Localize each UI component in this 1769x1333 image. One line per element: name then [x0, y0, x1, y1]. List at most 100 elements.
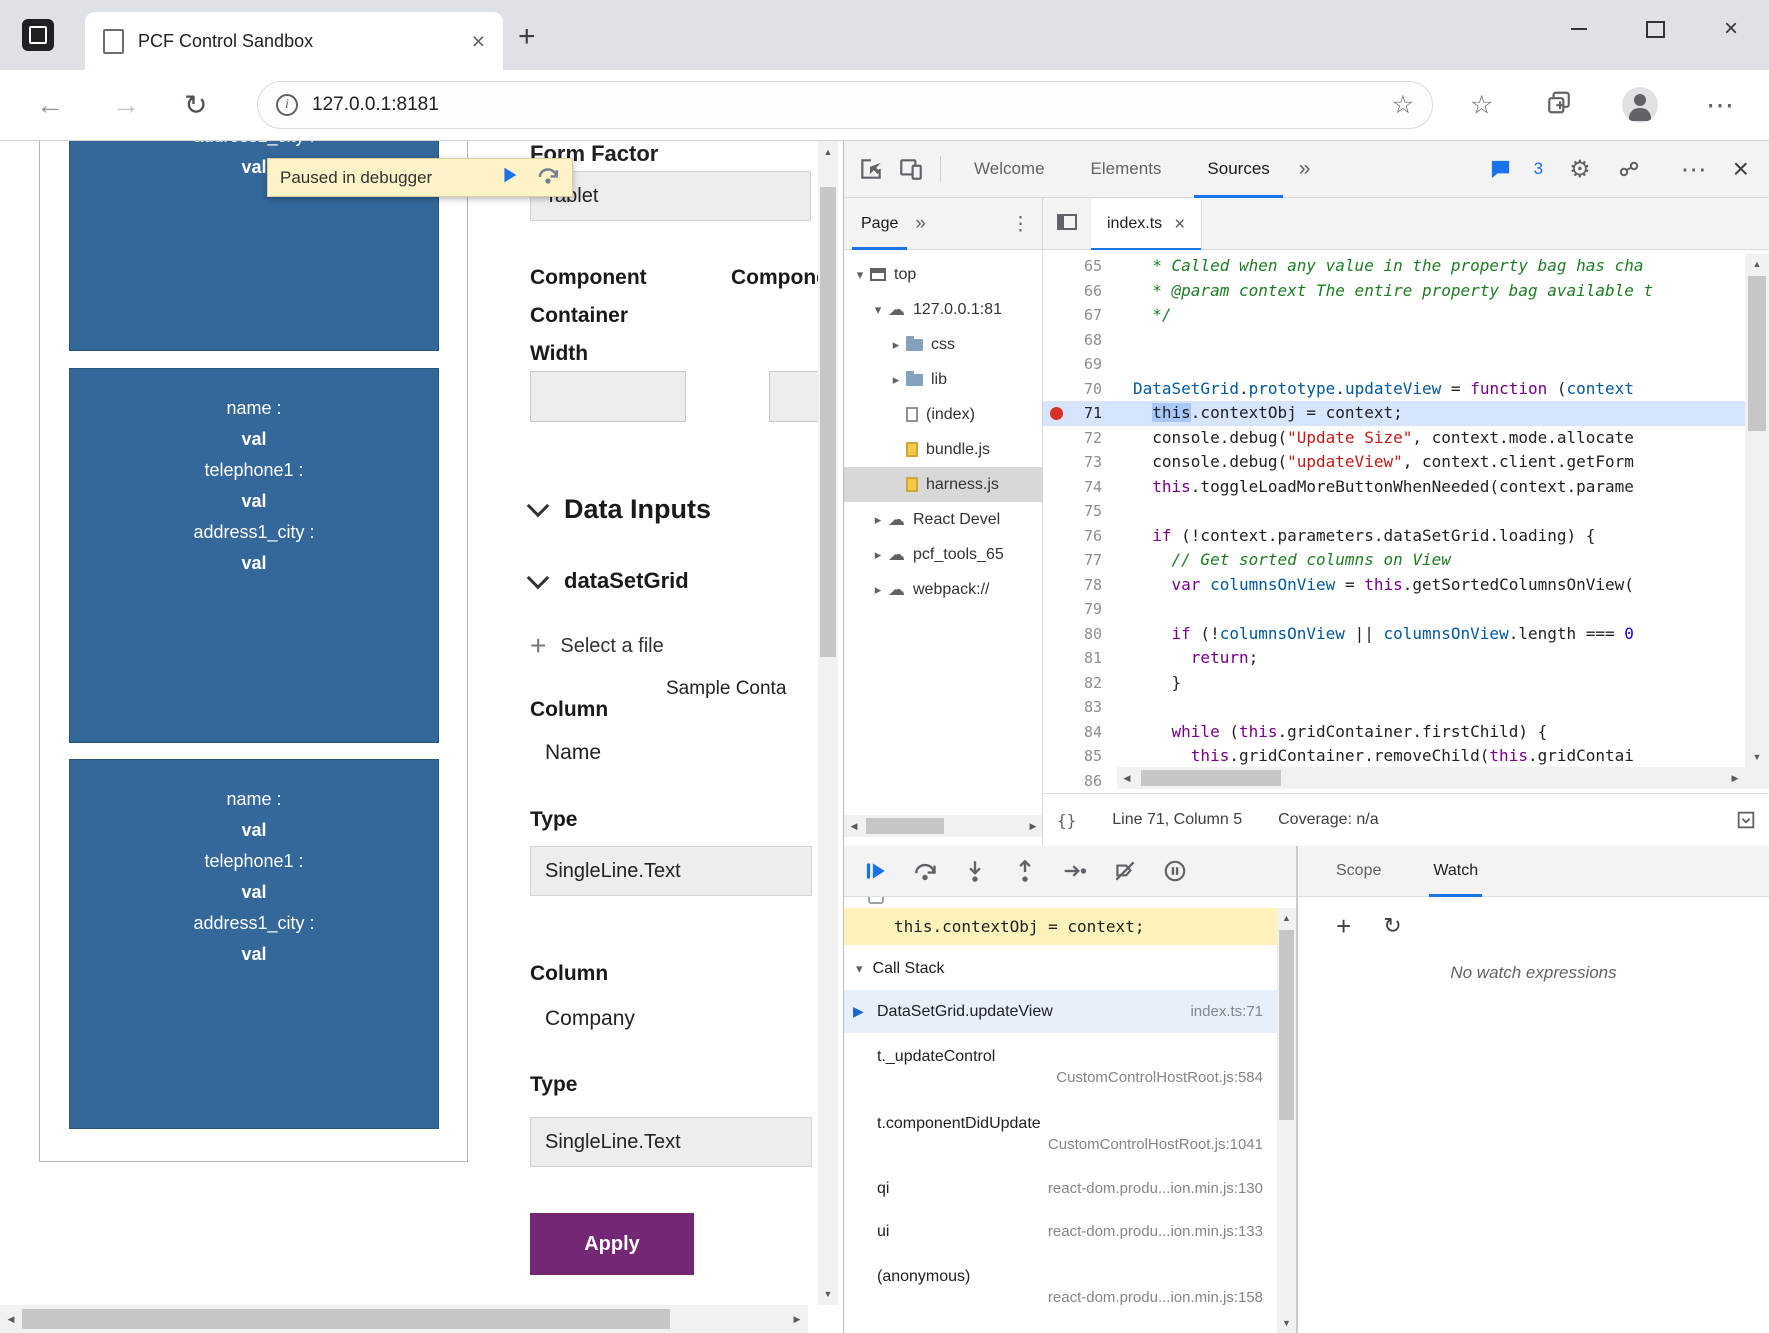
page-vertical-scrollbar[interactable]: ▲ ▼ [818, 141, 838, 1305]
tree-item--index-[interactable]: (index) [844, 397, 1042, 432]
scroll-thumb[interactable] [866, 818, 944, 834]
tree-item-127-0-0-1-81[interactable]: ▾☁127.0.0.1:81 [844, 292, 1042, 327]
paused-breakpoint-entry[interactable]: this.contextObj = context; [844, 908, 1296, 945]
site-info-icon[interactable]: i [276, 94, 298, 116]
callstack-frame[interactable]: t.componentDidUpdateCustomControlHostRoo… [844, 1100, 1277, 1167]
line-number[interactable]: 81 [1043, 646, 1117, 671]
scroll-right-icon[interactable]: ▶ [786, 1305, 808, 1333]
tab-actions-icon[interactable] [22, 19, 54, 51]
line-number[interactable]: 69 [1043, 352, 1117, 377]
tree-right-arrow-icon[interactable]: ▸ [870, 512, 886, 528]
new-tab-button[interactable]: + [518, 22, 536, 52]
scroll-down-icon[interactable]: ▼ [1745, 747, 1769, 767]
close-window-button[interactable]: × [1693, 0, 1769, 58]
browser-menu-icon[interactable]: ⋯ [1706, 89, 1734, 122]
callstack-frame[interactable]: ▶DataSetGrid.updateViewindex.ts:71 [844, 990, 1277, 1033]
scroll-thumb[interactable] [820, 187, 836, 657]
scroll-thumb[interactable] [22, 1309, 670, 1329]
dataset-section[interactable]: dataSetGrid [530, 563, 689, 599]
callstack-frame[interactable]: uireact-dom.produ...ion.min.js:133 [844, 1210, 1277, 1253]
line-number[interactable]: 70 [1043, 377, 1117, 402]
record-card[interactable]: name :valtelephone1 :valaddress1_city :v… [69, 368, 439, 743]
minimize-button[interactable] [1541, 0, 1617, 58]
navigator-more-tabs-icon[interactable]: » [915, 213, 926, 235]
devtools-menu-icon[interactable]: ⋯ [1681, 154, 1707, 185]
pretty-print-icon[interactable]: {} [1057, 811, 1076, 830]
tree-right-arrow-icon[interactable]: ▸ [888, 337, 904, 353]
line-number[interactable]: 68 [1043, 328, 1117, 353]
collapse-navigator-icon[interactable] [1055, 210, 1079, 239]
step-over-icon[interactable] [536, 163, 560, 192]
record-card[interactable]: name :valtelephone1 :valaddress1_city :v… [69, 759, 439, 1129]
tree-item-top[interactable]: ▾top [844, 257, 1042, 292]
tab-close-icon[interactable]: × [472, 30, 485, 53]
step-over-icon[interactable] [912, 858, 938, 884]
callstack-frame[interactable]: t._updateControlCustomControlHostRoot.js… [844, 1033, 1277, 1100]
profile-avatar[interactable] [1622, 87, 1658, 123]
line-number[interactable]: 77 [1043, 548, 1117, 573]
tree-item-bundle-js[interactable]: bundle.js [844, 432, 1042, 467]
tree-item-lib[interactable]: ▸lib [844, 362, 1042, 397]
line-number[interactable]: 79 [1043, 597, 1117, 622]
devtools-tab-elements[interactable]: Elements [1068, 141, 1185, 198]
scroll-thumb[interactable] [1141, 770, 1281, 786]
breakpoint-icon[interactable] [1050, 407, 1063, 420]
page-horizontal-scrollbar[interactable]: ◀ ▶ [0, 1305, 808, 1333]
experiments-icon[interactable] [1617, 157, 1641, 181]
tree-right-arrow-icon[interactable]: ▸ [870, 547, 886, 563]
line-number[interactable]: 78 [1043, 573, 1117, 598]
scroll-right-icon[interactable]: ▶ [1725, 767, 1745, 789]
container-width-input[interactable] [530, 371, 686, 422]
editor-tab-close-icon[interactable]: × [1174, 215, 1185, 234]
apply-button[interactable]: Apply [530, 1213, 694, 1275]
scroll-right-icon[interactable]: ▶ [1023, 815, 1043, 837]
address-bar[interactable]: i 127.0.0.1:8181 ☆ [257, 81, 1433, 129]
line-number[interactable]: 83 [1043, 695, 1117, 720]
line-number[interactable]: 65 [1043, 254, 1117, 279]
line-number[interactable]: 71 [1043, 401, 1117, 426]
container-height-input[interactable] [769, 371, 818, 422]
editor-vertical-scrollbar[interactable]: ▲ ▼ [1745, 254, 1769, 767]
tree-right-arrow-icon[interactable]: ▸ [888, 372, 904, 388]
line-number[interactable]: 85 [1043, 744, 1117, 769]
callstack-frame[interactable]: qireact-dom.produ...ion.min.js:130 [844, 1167, 1277, 1210]
url-text[interactable]: 127.0.0.1:8181 [312, 94, 1378, 116]
line-number[interactable]: 72 [1043, 426, 1117, 451]
editor-tab-index-ts[interactable]: index.ts × [1091, 199, 1202, 250]
line-number[interactable]: 80 [1043, 622, 1117, 647]
devtools-tab-sources[interactable]: Sources [1184, 141, 1292, 198]
settings-gear-icon[interactable]: ⚙ [1569, 155, 1591, 184]
line-number[interactable]: 76 [1043, 524, 1117, 549]
resume-icon[interactable] [498, 164, 520, 191]
forward-button[interactable]: → [112, 89, 140, 121]
tree-item-pcf-tools-65[interactable]: ▸☁pcf_tools_65 [844, 537, 1042, 572]
callstack-frame[interactable]: unstable_runWithPriority [844, 1320, 1277, 1333]
breakpoint-checkbox[interactable] [868, 897, 884, 904]
step-icon[interactable] [1062, 858, 1088, 884]
navigator-horizontal-scrollbar[interactable]: ◀ ▶ [844, 815, 1043, 837]
pause-on-exceptions-icon[interactable] [1162, 858, 1188, 884]
breakpoint-entry-partial[interactable] [844, 897, 1296, 908]
line-number[interactable]: 67 [1043, 303, 1117, 328]
line-number[interactable]: 74 [1043, 475, 1117, 500]
browser-tab[interactable]: PCF Control Sandbox × [85, 12, 503, 70]
collections-icon[interactable] [1546, 90, 1572, 121]
select-file-button[interactable]: + Select a file [530, 630, 664, 662]
line-number[interactable]: 75 [1043, 499, 1117, 524]
line-number[interactable]: 84 [1043, 720, 1117, 745]
step-out-icon[interactable] [1012, 858, 1038, 884]
more-tabs-icon[interactable]: » [1299, 157, 1311, 181]
devtools-tab-welcome[interactable]: Welcome [951, 141, 1068, 198]
scroll-thumb[interactable] [1748, 276, 1766, 431]
device-toolbar-icon[interactable] [898, 156, 924, 182]
scroll-thumb[interactable] [1279, 930, 1294, 1120]
tree-down-arrow-icon[interactable]: ▾ [870, 302, 886, 318]
scroll-left-icon[interactable]: ◀ [1117, 767, 1137, 789]
line-number[interactable]: 73 [1043, 450, 1117, 475]
editor-horizontal-scrollbar[interactable]: ◀ ▶ [1117, 767, 1745, 789]
navigator-tab-page[interactable]: Page [844, 198, 915, 250]
devtools-close-icon[interactable]: × [1733, 153, 1749, 185]
tree-right-arrow-icon[interactable]: ▸ [870, 582, 886, 598]
callstack-vertical-scrollbar[interactable]: ▲ ▼ [1277, 908, 1296, 1333]
deactivate-breakpoints-icon[interactable] [1112, 858, 1138, 884]
